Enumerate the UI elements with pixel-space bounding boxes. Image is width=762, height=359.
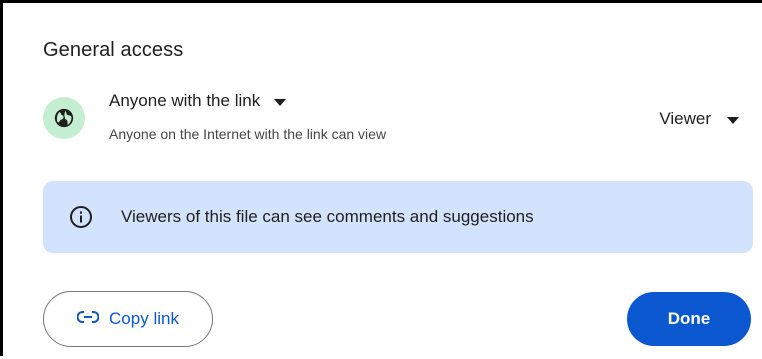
window-frame: General access Anyone with the link Anyo…	[0, 0, 762, 359]
copy-link-button[interactable]: Copy link	[43, 291, 213, 347]
share-dialog: General access Anyone with the link Anyo…	[15, 13, 762, 359]
link-access-description: Anyone on the Internet with the link can…	[109, 126, 387, 142]
general-access-row: Anyone with the link Anyone on the Inter…	[43, 89, 743, 159]
link-icon	[76, 310, 100, 328]
role-label: Viewer	[659, 109, 711, 128]
role-dropdown[interactable]: Viewer	[659, 109, 739, 129]
caret-down-icon	[727, 116, 739, 124]
info-icon	[69, 205, 93, 229]
link-access-dropdown[interactable]: Anyone with the link	[109, 91, 287, 111]
caret-down-icon	[274, 98, 287, 106]
info-banner: Viewers of this file can see comments an…	[43, 181, 753, 253]
link-access-label: Anyone with the link	[109, 91, 261, 110]
info-banner-text: Viewers of this file can see comments an…	[121, 207, 534, 226]
copy-link-label: Copy link	[109, 309, 179, 328]
globe-icon	[43, 97, 85, 139]
done-button[interactable]: Done	[627, 292, 751, 346]
general-access-heading: General access	[43, 39, 184, 61]
